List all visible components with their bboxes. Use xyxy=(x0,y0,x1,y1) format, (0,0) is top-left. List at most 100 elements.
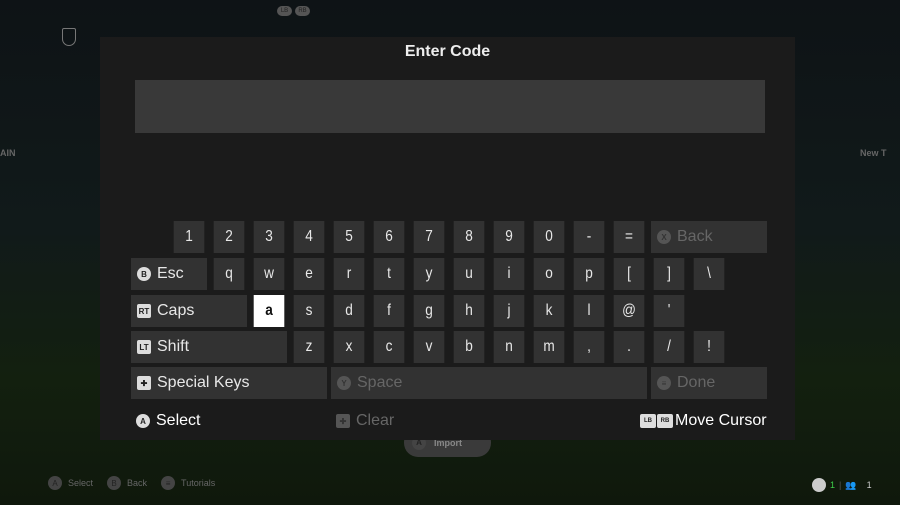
key-q[interactable]: q xyxy=(213,258,245,290)
key-symbol[interactable]: ! xyxy=(693,331,725,363)
key-label: v xyxy=(425,338,433,355)
key-label: d xyxy=(345,302,353,319)
key-o[interactable]: o xyxy=(533,258,565,290)
key-z[interactable]: z xyxy=(293,331,325,363)
key-6[interactable]: 6 xyxy=(373,221,405,253)
key-label: 1 xyxy=(185,228,193,245)
footer-hint-2[interactable]: Tutorials xyxy=(181,478,215,488)
key-d[interactable]: d xyxy=(333,295,365,327)
key-l[interactable]: l xyxy=(573,295,605,327)
key-symbol[interactable]: = xyxy=(613,221,645,253)
key-label: ! xyxy=(707,338,711,355)
key-symbol[interactable]: . xyxy=(613,331,645,363)
key-symbol[interactable]: ] xyxy=(653,258,685,290)
key-b[interactable]: b xyxy=(453,331,485,363)
key-badge-icon: X xyxy=(657,230,671,244)
key-symbol[interactable]: [ xyxy=(613,258,645,290)
key-back[interactable]: X Back xyxy=(651,221,767,253)
key-caps[interactable]: RT Caps xyxy=(131,295,247,327)
key-t[interactable]: t xyxy=(373,258,405,290)
status-count-1: 1 xyxy=(830,480,836,490)
key-label: 4 xyxy=(305,228,313,245)
key-x[interactable]: x xyxy=(333,331,365,363)
key-n[interactable]: n xyxy=(493,331,525,363)
key-2[interactable]: 2 xyxy=(213,221,245,253)
code-input[interactable] xyxy=(135,80,765,133)
clear-label: Clear xyxy=(356,412,395,429)
key-8[interactable]: 8 xyxy=(453,221,485,253)
key-4[interactable]: 4 xyxy=(293,221,325,253)
key-label: s xyxy=(305,302,313,319)
key-m[interactable]: m xyxy=(533,331,565,363)
key-e[interactable]: e xyxy=(293,258,325,290)
key-symbol[interactable]: @ xyxy=(613,295,645,327)
key-badge-icon: B xyxy=(137,267,151,281)
select-label: Select xyxy=(156,412,201,429)
bg-right-label: New T xyxy=(860,148,887,158)
key-w[interactable]: w xyxy=(253,258,285,290)
key-badge-icon: RT xyxy=(137,304,151,318)
key-special-keys[interactable]: ✚ Special Keys xyxy=(131,367,327,399)
key-5[interactable]: 5 xyxy=(333,221,365,253)
key-label: p xyxy=(585,265,593,282)
key-label: o xyxy=(545,265,553,282)
key-label: m xyxy=(543,338,555,355)
key-p[interactable]: p xyxy=(573,258,605,290)
key-1[interactable]: 1 xyxy=(173,221,205,253)
footer-hint-0[interactable]: Select xyxy=(68,478,93,488)
key-shift[interactable]: LT Shift xyxy=(131,331,287,363)
key-0[interactable]: 0 xyxy=(533,221,565,253)
a-button-icon: A xyxy=(136,414,150,428)
footer-hint-1[interactable]: Back xyxy=(127,478,147,488)
key-label: k xyxy=(545,302,553,319)
dpad-icon: ✚ xyxy=(336,414,350,428)
key-r[interactable]: r xyxy=(333,258,365,290)
key-esc[interactable]: B Esc xyxy=(131,258,207,290)
key-label: e xyxy=(305,265,313,282)
key-badge-icon: ✚ xyxy=(137,376,151,390)
key-9[interactable]: 9 xyxy=(493,221,525,253)
key-symbol[interactable]: - xyxy=(573,221,605,253)
footer-badge-icon: ≡ xyxy=(161,476,176,490)
clear-hint[interactable]: ✚ Clear xyxy=(336,412,394,430)
key-label: Done xyxy=(677,374,716,391)
key-label: 5 xyxy=(345,228,353,245)
key-label: g xyxy=(425,302,433,319)
key-s[interactable]: s xyxy=(293,295,325,327)
key-symbol[interactable]: , xyxy=(573,331,605,363)
key-j[interactable]: j xyxy=(493,295,525,327)
key-label: ] xyxy=(667,265,671,282)
key-k[interactable]: k xyxy=(533,295,565,327)
key-label: Caps xyxy=(157,302,195,319)
key-label: / xyxy=(667,338,671,355)
key-label: n xyxy=(505,338,513,355)
key-g[interactable]: g xyxy=(413,295,445,327)
key-symbol[interactable]: / xyxy=(653,331,685,363)
key-f[interactable]: f xyxy=(373,295,405,327)
key-h[interactable]: h xyxy=(453,295,485,327)
key-a[interactable]: a xyxy=(253,295,285,327)
key-space[interactable]: Y Space xyxy=(331,367,647,399)
dialog-title: Enter Code xyxy=(404,43,491,60)
key-i[interactable]: i xyxy=(493,258,525,290)
key-label: 9 xyxy=(505,228,513,245)
lb-icon: LB xyxy=(277,6,292,16)
key-label: Shift xyxy=(157,338,190,355)
key-7[interactable]: 7 xyxy=(413,221,445,253)
footer-hints: A Select B Back ≡ Tutorials xyxy=(48,476,223,490)
key-label: Esc xyxy=(157,265,184,282)
key-label: @ xyxy=(622,302,636,319)
key-v[interactable]: v xyxy=(413,331,445,363)
key-c[interactable]: c xyxy=(373,331,405,363)
key-label: b xyxy=(465,338,473,355)
key-symbol[interactable]: \ xyxy=(693,258,725,290)
key-label: , xyxy=(587,338,591,355)
key-3[interactable]: 3 xyxy=(253,221,285,253)
key-symbol[interactable]: ' xyxy=(653,295,685,327)
status-area: 1 | 👥 1 xyxy=(812,478,872,492)
key-label: l xyxy=(587,302,591,319)
key-y[interactable]: y xyxy=(413,258,445,290)
key-u[interactable]: u xyxy=(453,258,485,290)
move-cursor-label: Move Cursor xyxy=(675,412,767,429)
key-done[interactable]: ≡ Done xyxy=(651,367,767,399)
